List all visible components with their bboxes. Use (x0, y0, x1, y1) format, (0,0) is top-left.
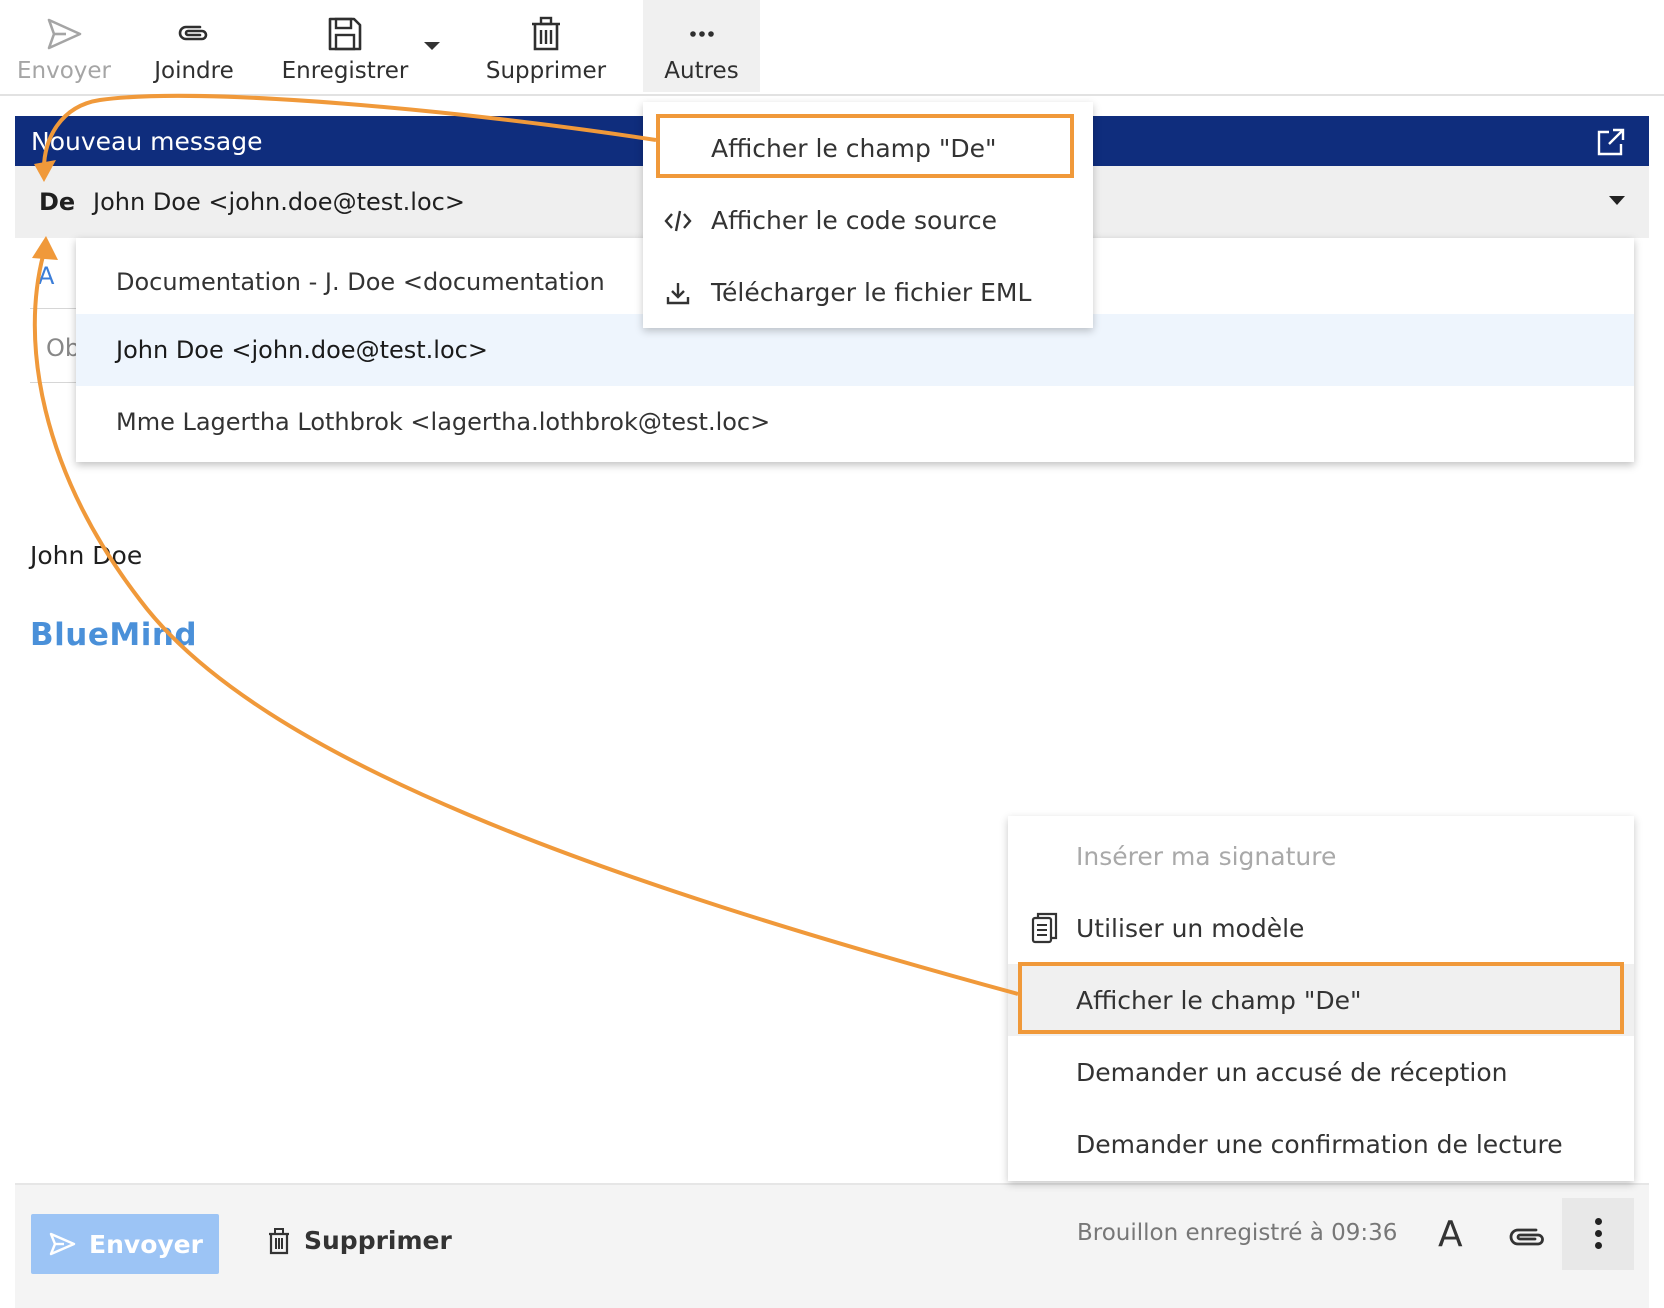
insert-signature-item[interactable]: Insérer ma signature (1008, 820, 1634, 892)
highlight-box-bottom (1018, 962, 1624, 1034)
highlight-box-top (656, 114, 1074, 178)
download-icon (666, 283, 690, 305)
identity-option[interactable]: Mme Lagertha Lothbrok <lagertha.lothbrok… (76, 386, 1634, 458)
more-toolbar-button[interactable]: Autres (643, 0, 760, 92)
more-toolbar-label: Autres (664, 58, 739, 84)
send-toolbar-button[interactable]: Envoyer (14, 0, 114, 92)
trash-icon (269, 1227, 289, 1254)
view-source-label: Afficher le code source (711, 205, 997, 235)
kebab-dot (1595, 1230, 1602, 1237)
template-icon (1031, 912, 1058, 944)
save-dropdown-caret-icon[interactable] (424, 42, 440, 50)
send-toolbar-label: Envoyer (16, 58, 111, 84)
view-source-item[interactable]: Afficher le code source (643, 184, 1093, 256)
kebab-dot (1595, 1242, 1602, 1249)
to-label: A (38, 262, 55, 290)
attach-toolbar-button[interactable]: Joindre (140, 0, 248, 92)
send-icon (47, 18, 82, 50)
request-read-receipt-label: Demander une confirmation de lecture (1076, 1129, 1563, 1159)
save-icon (328, 17, 362, 51)
paperclip-icon[interactable] (1506, 1222, 1548, 1252)
send-button-label: Envoyer (89, 1229, 203, 1259)
download-eml-label: Télécharger le fichier EML (711, 277, 1032, 307)
save-toolbar-label: Enregistrer (281, 58, 409, 84)
more-options-button[interactable] (1562, 1198, 1634, 1270)
request-read-receipt-item[interactable]: Demander une confirmation de lecture (1008, 1108, 1634, 1180)
send-button[interactable]: Envoyer (31, 1214, 219, 1274)
signature-name: John Doe (30, 541, 143, 570)
request-delivery-receipt-label: Demander un accusé de réception (1076, 1057, 1508, 1087)
delete-toolbar-button[interactable]: Supprimer (478, 0, 614, 92)
draft-status: Brouillon enregistré à 09:36 (1077, 1220, 1398, 1246)
use-template-label: Utiliser un modèle (1076, 913, 1305, 943)
subject-label: Ob (46, 334, 81, 362)
arrowhead-bottom (32, 236, 58, 260)
compose-title: Nouveau message (31, 126, 263, 156)
delete-button[interactable]: Supprimer (266, 1226, 452, 1255)
paperclip-icon (178, 25, 208, 41)
text-format-icon[interactable]: A (1438, 1214, 1463, 1255)
insert-signature-label: Insérer ma signature (1076, 841, 1337, 871)
attach-toolbar-label: Joindre (154, 58, 234, 84)
compose-footer (15, 1183, 1649, 1308)
bluemind-logo: BlueMind (30, 617, 198, 653)
trash-icon (532, 16, 560, 51)
from-dropdown-caret-icon[interactable] (1609, 196, 1625, 205)
code-icon (664, 210, 692, 232)
download-eml-item[interactable]: Télécharger le fichier EML (643, 256, 1093, 328)
delete-button-label: Supprimer (304, 1226, 452, 1255)
save-toolbar-button[interactable]: Enregistrer (276, 0, 414, 92)
use-template-item[interactable]: Utiliser un modèle (1008, 892, 1634, 964)
delete-toolbar-label: Supprimer (485, 58, 607, 84)
more-dots-icon (689, 31, 714, 37)
from-label: De (39, 188, 76, 216)
send-icon (49, 1232, 76, 1256)
toolbar: Envoyer Joindre Enregistrer Supprimer Au… (0, 0, 1664, 96)
kebab-dot (1595, 1218, 1602, 1225)
from-value: John Doe <john.doe@test.loc> (93, 188, 465, 216)
popout-icon[interactable] (1595, 126, 1627, 158)
request-delivery-receipt-item[interactable]: Demander un accusé de réception (1008, 1036, 1634, 1108)
